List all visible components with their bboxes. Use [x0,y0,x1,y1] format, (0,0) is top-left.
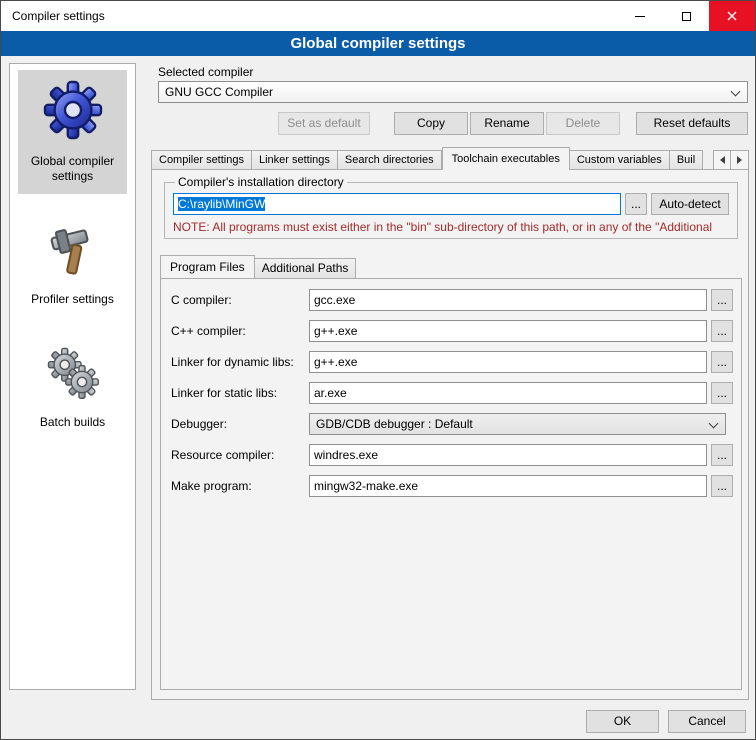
sidebar-item-label: Profiler settings [31,292,114,307]
resource-compiler-label: Resource compiler: [171,444,309,466]
tab-scroll-buttons [713,150,749,170]
program-files-panel: C compiler: gcc.exe ... C++ compiler: g+… [160,278,742,690]
window-title: Compiler settings [12,1,105,31]
tab-search-directories[interactable]: Search directories [338,150,442,170]
note-text: NOTE: All programs must exist either in … [173,220,729,234]
selected-compiler-label: Selected compiler [158,65,253,79]
rename-button[interactable]: Rename [470,112,544,135]
profiler-icon [43,220,103,280]
sidebar-item-batch-builds[interactable]: Batch builds [18,335,127,440]
selected-text: C:\raylib\MinGW [178,197,265,211]
sidebar-item-label: Global compiler settings [22,154,124,184]
dynamic-linker-input[interactable]: g++.exe [309,351,707,373]
set-as-default-button: Set as default [278,112,370,135]
field-row: Linker for static libs: ar.exe ... [171,382,733,404]
debugger-select[interactable]: GDB/CDB debugger : Default [309,413,726,435]
auto-detect-button[interactable]: Auto-detect [651,193,729,215]
tabs: Compiler settings Linker settings Search… [151,147,713,170]
batch-builds-icon [43,343,103,403]
tab-scroll-right-button[interactable] [731,150,749,170]
tab-compiler-settings[interactable]: Compiler settings [151,150,252,170]
close-icon [727,11,737,21]
installation-directory-input[interactable]: C:\raylib\MinGW [173,193,621,215]
field-row: Make program: mingw32-make.exe ... [171,475,733,497]
tab-toolchain-executables[interactable]: Toolchain executables [442,147,570,170]
dialog-header-title: Global compiler settings [1,31,755,56]
tab-additional-paths[interactable]: Additional Paths [255,258,357,278]
maximize-icon [682,12,691,21]
browse-button[interactable]: ... [711,351,733,373]
chevron-down-icon [731,87,741,97]
toolchain-executables-panel: Compiler's installation directory C:\ray… [151,169,749,700]
minimize-icon [635,16,645,17]
installation-directory-group-title: Compiler's installation directory [175,175,347,189]
c-compiler-input[interactable]: gcc.exe [309,289,707,311]
make-program-label: Make program: [171,475,309,497]
c-compiler-label: C compiler: [171,289,309,311]
sidebar-item-global-compiler-settings[interactable]: Global compiler settings [18,70,127,194]
compiler-actions: Set as default Copy Rename Delete Reset … [158,112,748,135]
caption-buttons [617,1,755,31]
browse-directory-button[interactable]: ... [625,193,647,215]
settings-sidebar: Global compiler settings Profiler settin… [9,63,136,690]
resource-compiler-input[interactable]: windres.exe [309,444,707,466]
cpp-compiler-label: C++ compiler: [171,320,309,342]
make-program-input[interactable]: mingw32-make.exe [309,475,707,497]
dynamic-linker-label: Linker for dynamic libs: [171,351,309,373]
browse-button[interactable]: ... [711,475,733,497]
ok-button[interactable]: OK [586,710,659,733]
reset-defaults-button[interactable]: Reset defaults [636,112,748,135]
copy-button[interactable]: Copy [394,112,468,135]
sidebar-item-profiler-settings[interactable]: Profiler settings [18,212,127,317]
gear-icon [41,78,105,142]
tab-program-files[interactable]: Program Files [160,255,255,278]
debugger-label: Debugger: [171,413,309,435]
tab-scroll-left-button[interactable] [713,150,731,170]
tab-build-options[interactable]: Buil [670,150,703,170]
browse-button[interactable]: ... [711,289,733,311]
dialog-body: Global compiler settings Profiler settin… [1,56,755,739]
tab-linker-settings[interactable]: Linker settings [252,150,338,170]
installation-directory-row: C:\raylib\MinGW ... Auto-detect [173,193,729,215]
chevron-down-icon [709,419,719,429]
field-row: Linker for dynamic libs: g++.exe ... [171,351,733,373]
title-bar: Compiler settings [1,1,755,31]
sidebar-item-label: Batch builds [40,415,105,430]
arrow-right-icon [737,156,746,164]
field-row: C++ compiler: g++.exe ... [171,320,733,342]
compiler-settings-dialog: Compiler settings Global compiler settin… [0,0,756,740]
arrow-left-icon [716,156,725,164]
browse-button[interactable]: ... [711,320,733,342]
maximize-button[interactable] [663,1,709,31]
selected-compiler-value: GNU GCC Compiler [165,85,273,99]
field-row: Resource compiler: windres.exe ... [171,444,733,466]
debugger-value: GDB/CDB debugger : Default [316,417,473,431]
field-row: Debugger: GDB/CDB debugger : Default [171,413,733,435]
static-linker-input[interactable]: ar.exe [309,382,707,404]
settings-tabstrip: Compiler settings Linker settings Search… [151,147,749,170]
minimize-button[interactable] [617,1,663,31]
delete-button: Delete [546,112,620,135]
close-button[interactable] [709,1,755,31]
field-row: C compiler: gcc.exe ... [171,289,733,311]
tab-custom-variables[interactable]: Custom variables [570,150,670,170]
browse-button[interactable]: ... [711,382,733,404]
browse-button[interactable]: ... [711,444,733,466]
static-linker-label: Linker for static libs: [171,382,309,404]
cancel-button[interactable]: Cancel [668,710,746,733]
selected-compiler-dropdown[interactable]: GNU GCC Compiler [158,81,748,103]
installation-directory-group: Compiler's installation directory C:\ray… [164,175,738,239]
program-tabs: Program Files Additional Paths [160,256,356,278]
cpp-compiler-input[interactable]: g++.exe [309,320,707,342]
